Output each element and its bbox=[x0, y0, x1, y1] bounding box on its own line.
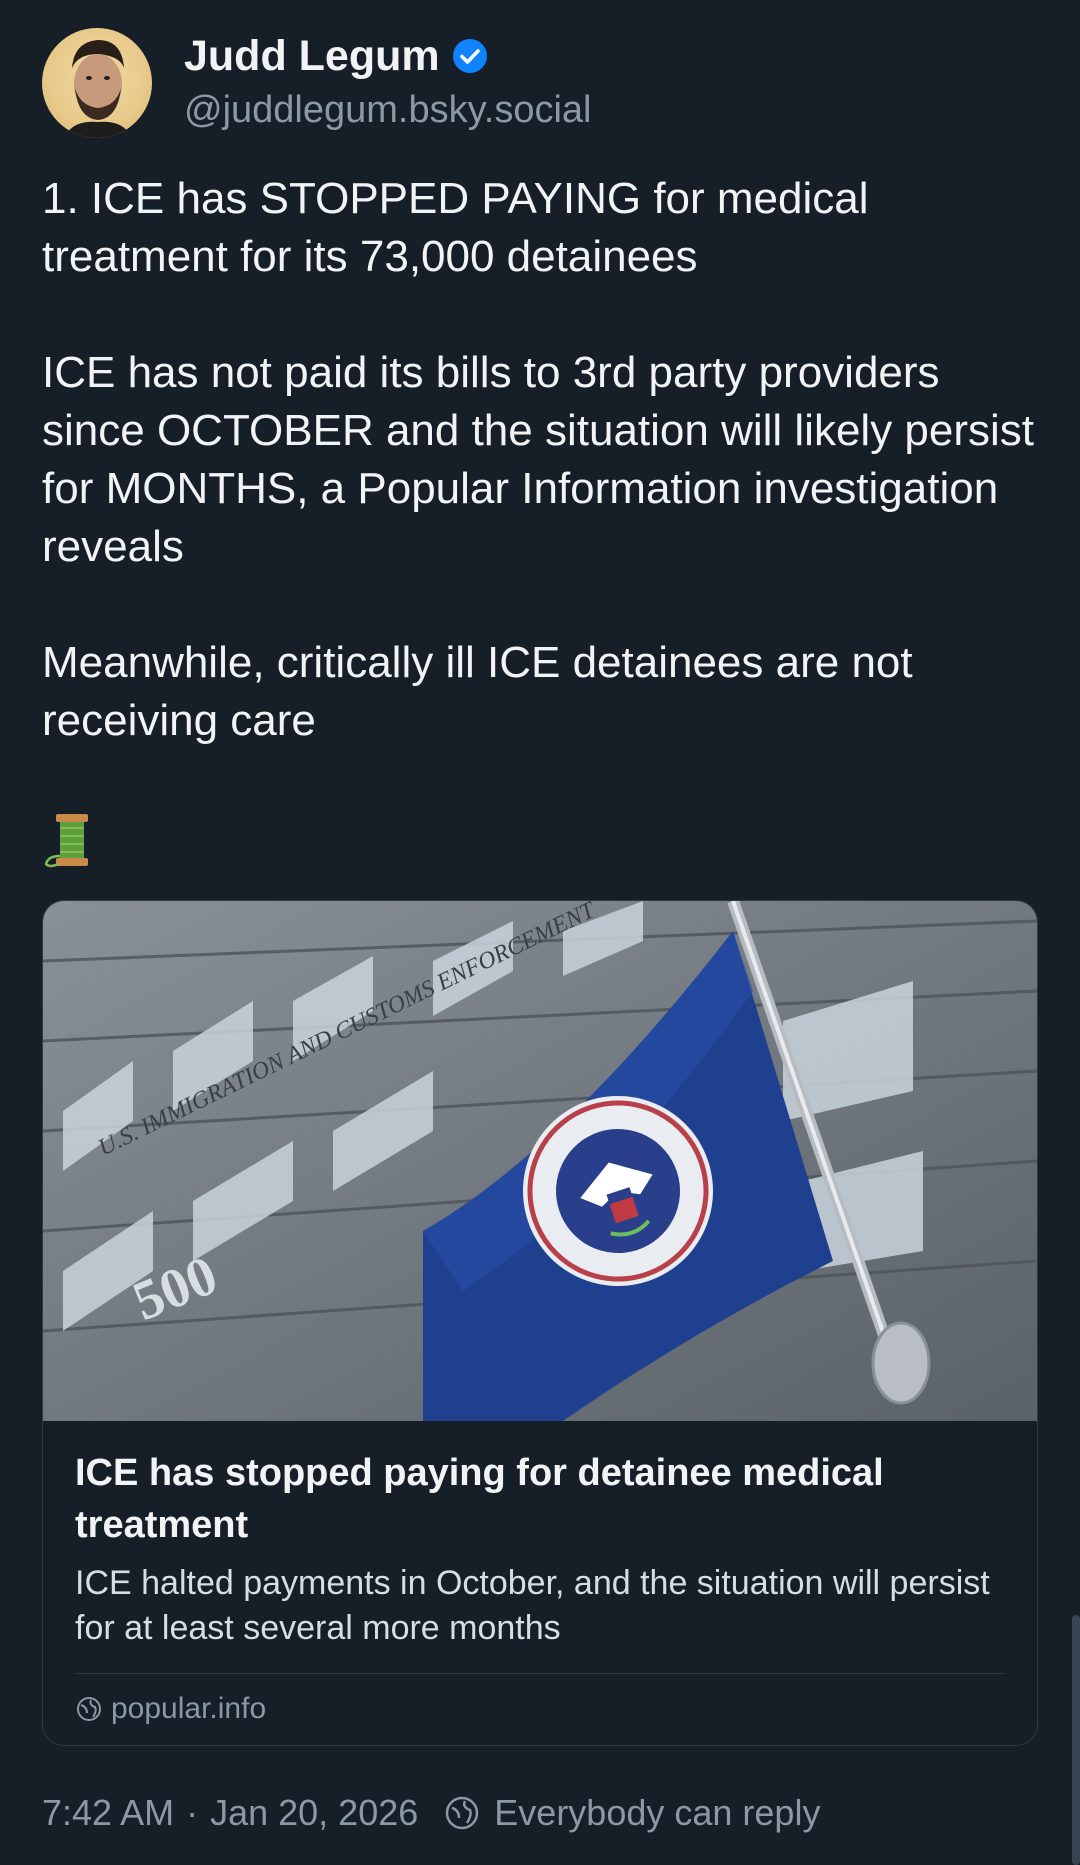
link-preview-domain[interactable]: popular.info bbox=[75, 1692, 1005, 1726]
post-header: Judd Legum @juddlegum.bsky.social bbox=[42, 28, 592, 138]
author-handle[interactable]: @juddlegum.bsky.social bbox=[184, 85, 592, 135]
avatar[interactable] bbox=[42, 28, 152, 138]
card-divider bbox=[75, 1673, 1005, 1674]
link-preview-image: U.S. IMMIGRATION AND CUSTOMS ENFORCEMENT… bbox=[43, 901, 1037, 1421]
author-names: Judd Legum @juddlegum.bsky.social bbox=[184, 31, 592, 135]
post-paragraph-2: ICE has not paid its bills to 3rd party … bbox=[42, 348, 1035, 571]
display-name-row: Judd Legum bbox=[184, 31, 592, 81]
reply-setting[interactable]: Everybody can reply bbox=[494, 1790, 820, 1836]
link-domain-text: popular.info bbox=[111, 1692, 267, 1725]
footer-separator: · bbox=[186, 1792, 199, 1833]
globe-icon bbox=[446, 1796, 479, 1830]
link-preview-body: ICE has stopped paying for detainee medi… bbox=[43, 1447, 1037, 1726]
link-preview-description: ICE halted payments in October, and the … bbox=[75, 1564, 990, 1647]
profile-photo bbox=[64, 40, 132, 138]
post-text: 1. ICE has STOPPED PAYING for medical tr… bbox=[42, 170, 1042, 750]
post-time: 7:42 AM bbox=[42, 1792, 175, 1833]
post-paragraph-3: Meanwhile, critically ill ICE detainees … bbox=[42, 638, 913, 745]
post-paragraph-1: 1. ICE has STOPPED PAYING for medical tr… bbox=[42, 174, 869, 281]
display-name[interactable]: Judd Legum bbox=[184, 31, 440, 81]
post-date: Jan 20, 2026 bbox=[210, 1792, 419, 1833]
link-preview-title[interactable]: ICE has stopped paying for detainee medi… bbox=[75, 1447, 1005, 1551]
scrollbar[interactable] bbox=[1072, 1615, 1080, 1865]
verified-badge-icon[interactable] bbox=[452, 38, 488, 74]
link-preview-card[interactable]: U.S. IMMIGRATION AND CUSTOMS ENFORCEMENT… bbox=[42, 900, 1038, 1746]
post-footer: 7:42 AM · Jan 20, 2026 Everybody can rep… bbox=[42, 1790, 820, 1836]
spool-of-thread-icon bbox=[44, 814, 88, 868]
globe-icon bbox=[77, 1697, 101, 1721]
